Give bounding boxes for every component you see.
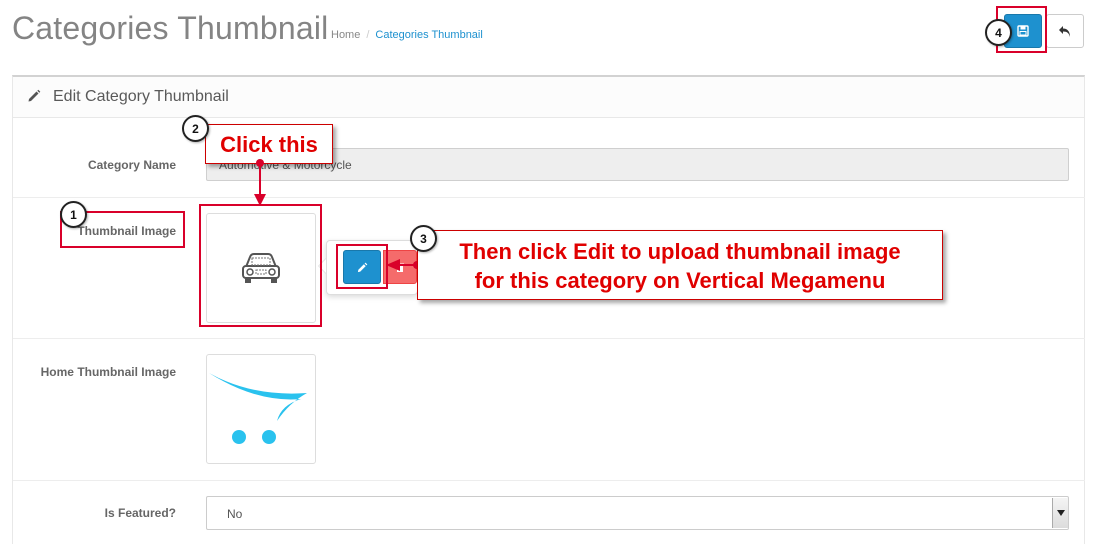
back-button[interactable] [1046, 14, 1084, 48]
breadcrumb-separator: / [366, 29, 370, 41]
panel-heading: Edit Category Thumbnail [13, 77, 1084, 118]
is-featured-label: Is Featured? [104, 506, 176, 520]
highlight-thumbnail-image [199, 204, 322, 327]
row-divider [13, 480, 1085, 481]
pencil-icon [28, 89, 41, 102]
step-3-badge: 3 [410, 225, 437, 252]
edit-instruction-line1: Then click Edit to upload thumbnail imag… [459, 239, 901, 264]
step-4-badge: 4 [985, 19, 1012, 46]
panel-title: Edit Category Thumbnail [53, 88, 229, 105]
highlight-edit-button [336, 244, 388, 289]
category-name-input[interactable]: Automotive & Motorcycle [206, 148, 1069, 181]
row-divider [13, 197, 1085, 198]
breadcrumb: Home / Categories Thumbnail [331, 29, 483, 41]
step-2-badge: 2 [182, 115, 209, 142]
breadcrumb-current[interactable]: Categories Thumbnail [375, 29, 482, 41]
is-featured-select[interactable]: No [206, 496, 1069, 530]
home-thumbnail-label: Home Thumbnail Image [40, 365, 176, 379]
edit-panel: Edit Category Thumbnail [12, 75, 1085, 544]
breadcrumb-home[interactable]: Home [331, 29, 360, 41]
home-thumbnail-image[interactable] [206, 354, 316, 464]
edit-instruction-callout: Then click Edit to upload thumbnail imag… [417, 230, 943, 300]
category-name-label: Category Name [87, 158, 176, 172]
cart-logo-icon [209, 373, 307, 444]
row-divider [13, 338, 1085, 339]
edit-instruction-line2: for this category on Vertical Megamenu [474, 268, 886, 293]
reply-icon [1059, 25, 1070, 37]
page-title: Categories Thumbnail [12, 10, 329, 46]
chevron-down-icon[interactable] [1052, 498, 1068, 528]
arrow-down-icon [254, 159, 266, 206]
click-this-callout: Click this [205, 124, 333, 164]
step-1-badge: 1 [60, 201, 87, 228]
